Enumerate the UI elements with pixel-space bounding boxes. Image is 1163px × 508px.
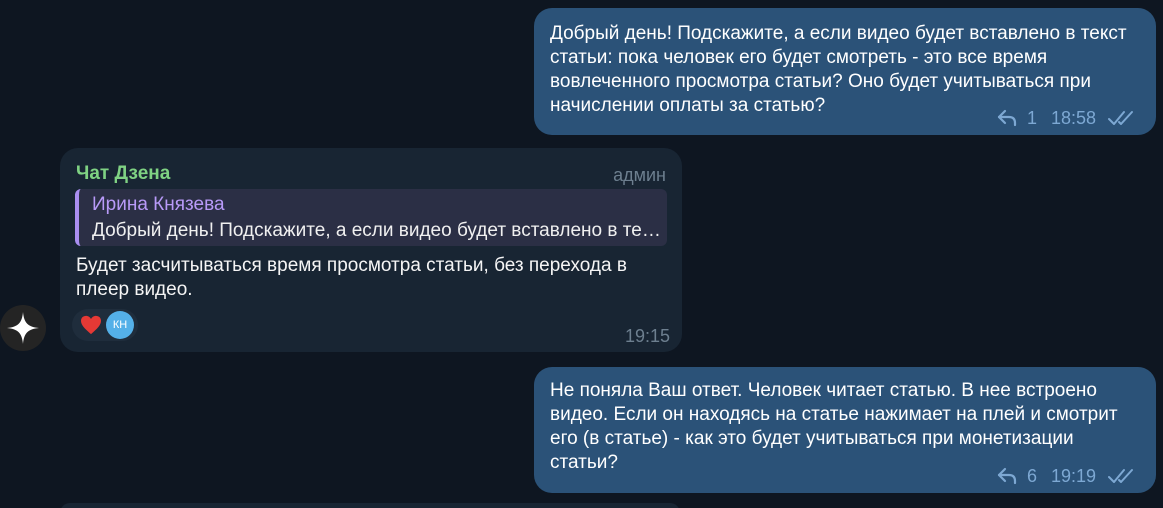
quote-text: Добрый день! Подскажите, а если видео бу…	[92, 220, 664, 241]
reply-quote[interactable]: Ирина Князева Добрый день! Подскажите, а…	[75, 189, 667, 246]
outgoing-message[interactable]: Добрый день! Подскажите, а если видео бу…	[534, 8, 1156, 135]
message-text: Будет засчитываться время просмотра стат…	[76, 255, 627, 300]
incoming-message[interactable]: Чат Дзена админ Ирина Князева Добрый ден…	[60, 148, 682, 352]
message-time: 18:58	[1050, 108, 1096, 128]
double-check-icon	[1108, 469, 1133, 483]
quote-author: Ирина Князева	[92, 194, 225, 215]
message-time: 19:19	[1050, 466, 1096, 486]
sender-name[interactable]: Чат Дзена	[76, 162, 170, 186]
admin-badge: админ	[613, 165, 666, 185]
reaction-badge[interactable]: КН	[72, 309, 138, 341]
reply-icon[interactable]	[997, 467, 1017, 485]
incoming-message-partial[interactable]	[60, 503, 680, 508]
reactor-avatar: КН	[106, 311, 134, 339]
message-meta: 6 19:19	[997, 464, 1134, 488]
reply-count[interactable]: 6	[1027, 464, 1037, 488]
chat-view: Добрый день! Подскажите, а если видео бу…	[0, 0, 1163, 508]
message-meta: 1 18:58	[997, 106, 1134, 130]
message-text: Добрый день! Подскажите, а если видео бу…	[550, 23, 1127, 116]
message-text: Не поняла Ваш ответ. Человек читает стат…	[550, 380, 1118, 473]
heart-icon	[81, 315, 101, 335]
sparkle-icon	[7, 312, 39, 344]
double-check-icon	[1108, 111, 1133, 125]
message-time: 19:15	[624, 326, 670, 346]
reply-icon[interactable]	[997, 109, 1017, 127]
chat-avatar[interactable]	[0, 305, 46, 351]
outgoing-message[interactable]: Не поняла Ваш ответ. Человек читает стат…	[534, 367, 1156, 493]
reply-count[interactable]: 1	[1027, 106, 1037, 130]
